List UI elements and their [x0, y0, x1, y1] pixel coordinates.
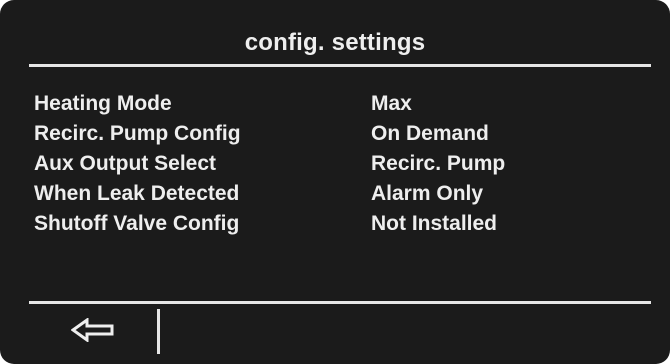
setting-label: Heating Mode	[34, 92, 172, 115]
title-divider	[29, 64, 651, 67]
setting-row-heating-mode[interactable]: Heating Mode Max	[34, 89, 634, 119]
setting-label: Aux Output Select	[34, 152, 217, 175]
setting-row-shutoff-valve-config[interactable]: Shutoff Valve Config Not Installed	[34, 209, 634, 239]
footer-separator	[157, 309, 160, 354]
page-title: config. settings	[244, 29, 426, 56]
setting-row-aux-output-select[interactable]: Aux Output Select Recirc. Pump	[34, 149, 634, 179]
setting-value: Recirc. Pump	[371, 152, 506, 175]
setting-label: Shutoff Valve Config	[34, 212, 240, 235]
setting-row-when-leak-detected[interactable]: When Leak Detected Alarm Only	[34, 179, 634, 209]
setting-row-recirc-pump-config[interactable]: Recirc. Pump Config On Demand	[34, 119, 634, 149]
setting-label: When Leak Detected	[34, 182, 240, 205]
left-arrow-icon	[71, 318, 114, 342]
setting-label: Recirc. Pump Config	[34, 122, 241, 145]
setting-value: Max	[371, 92, 412, 115]
settings-list: Heating Mode Max Recirc. Pump Config On …	[34, 89, 634, 239]
back-button[interactable]	[68, 314, 118, 346]
setting-value: Alarm Only	[371, 182, 484, 205]
footer-divider	[29, 301, 651, 304]
setting-value: On Demand	[371, 122, 489, 145]
setting-value: Not Installed	[371, 212, 498, 235]
config-settings-screen: config. settings Heating Mode Max Recirc…	[0, 0, 670, 364]
